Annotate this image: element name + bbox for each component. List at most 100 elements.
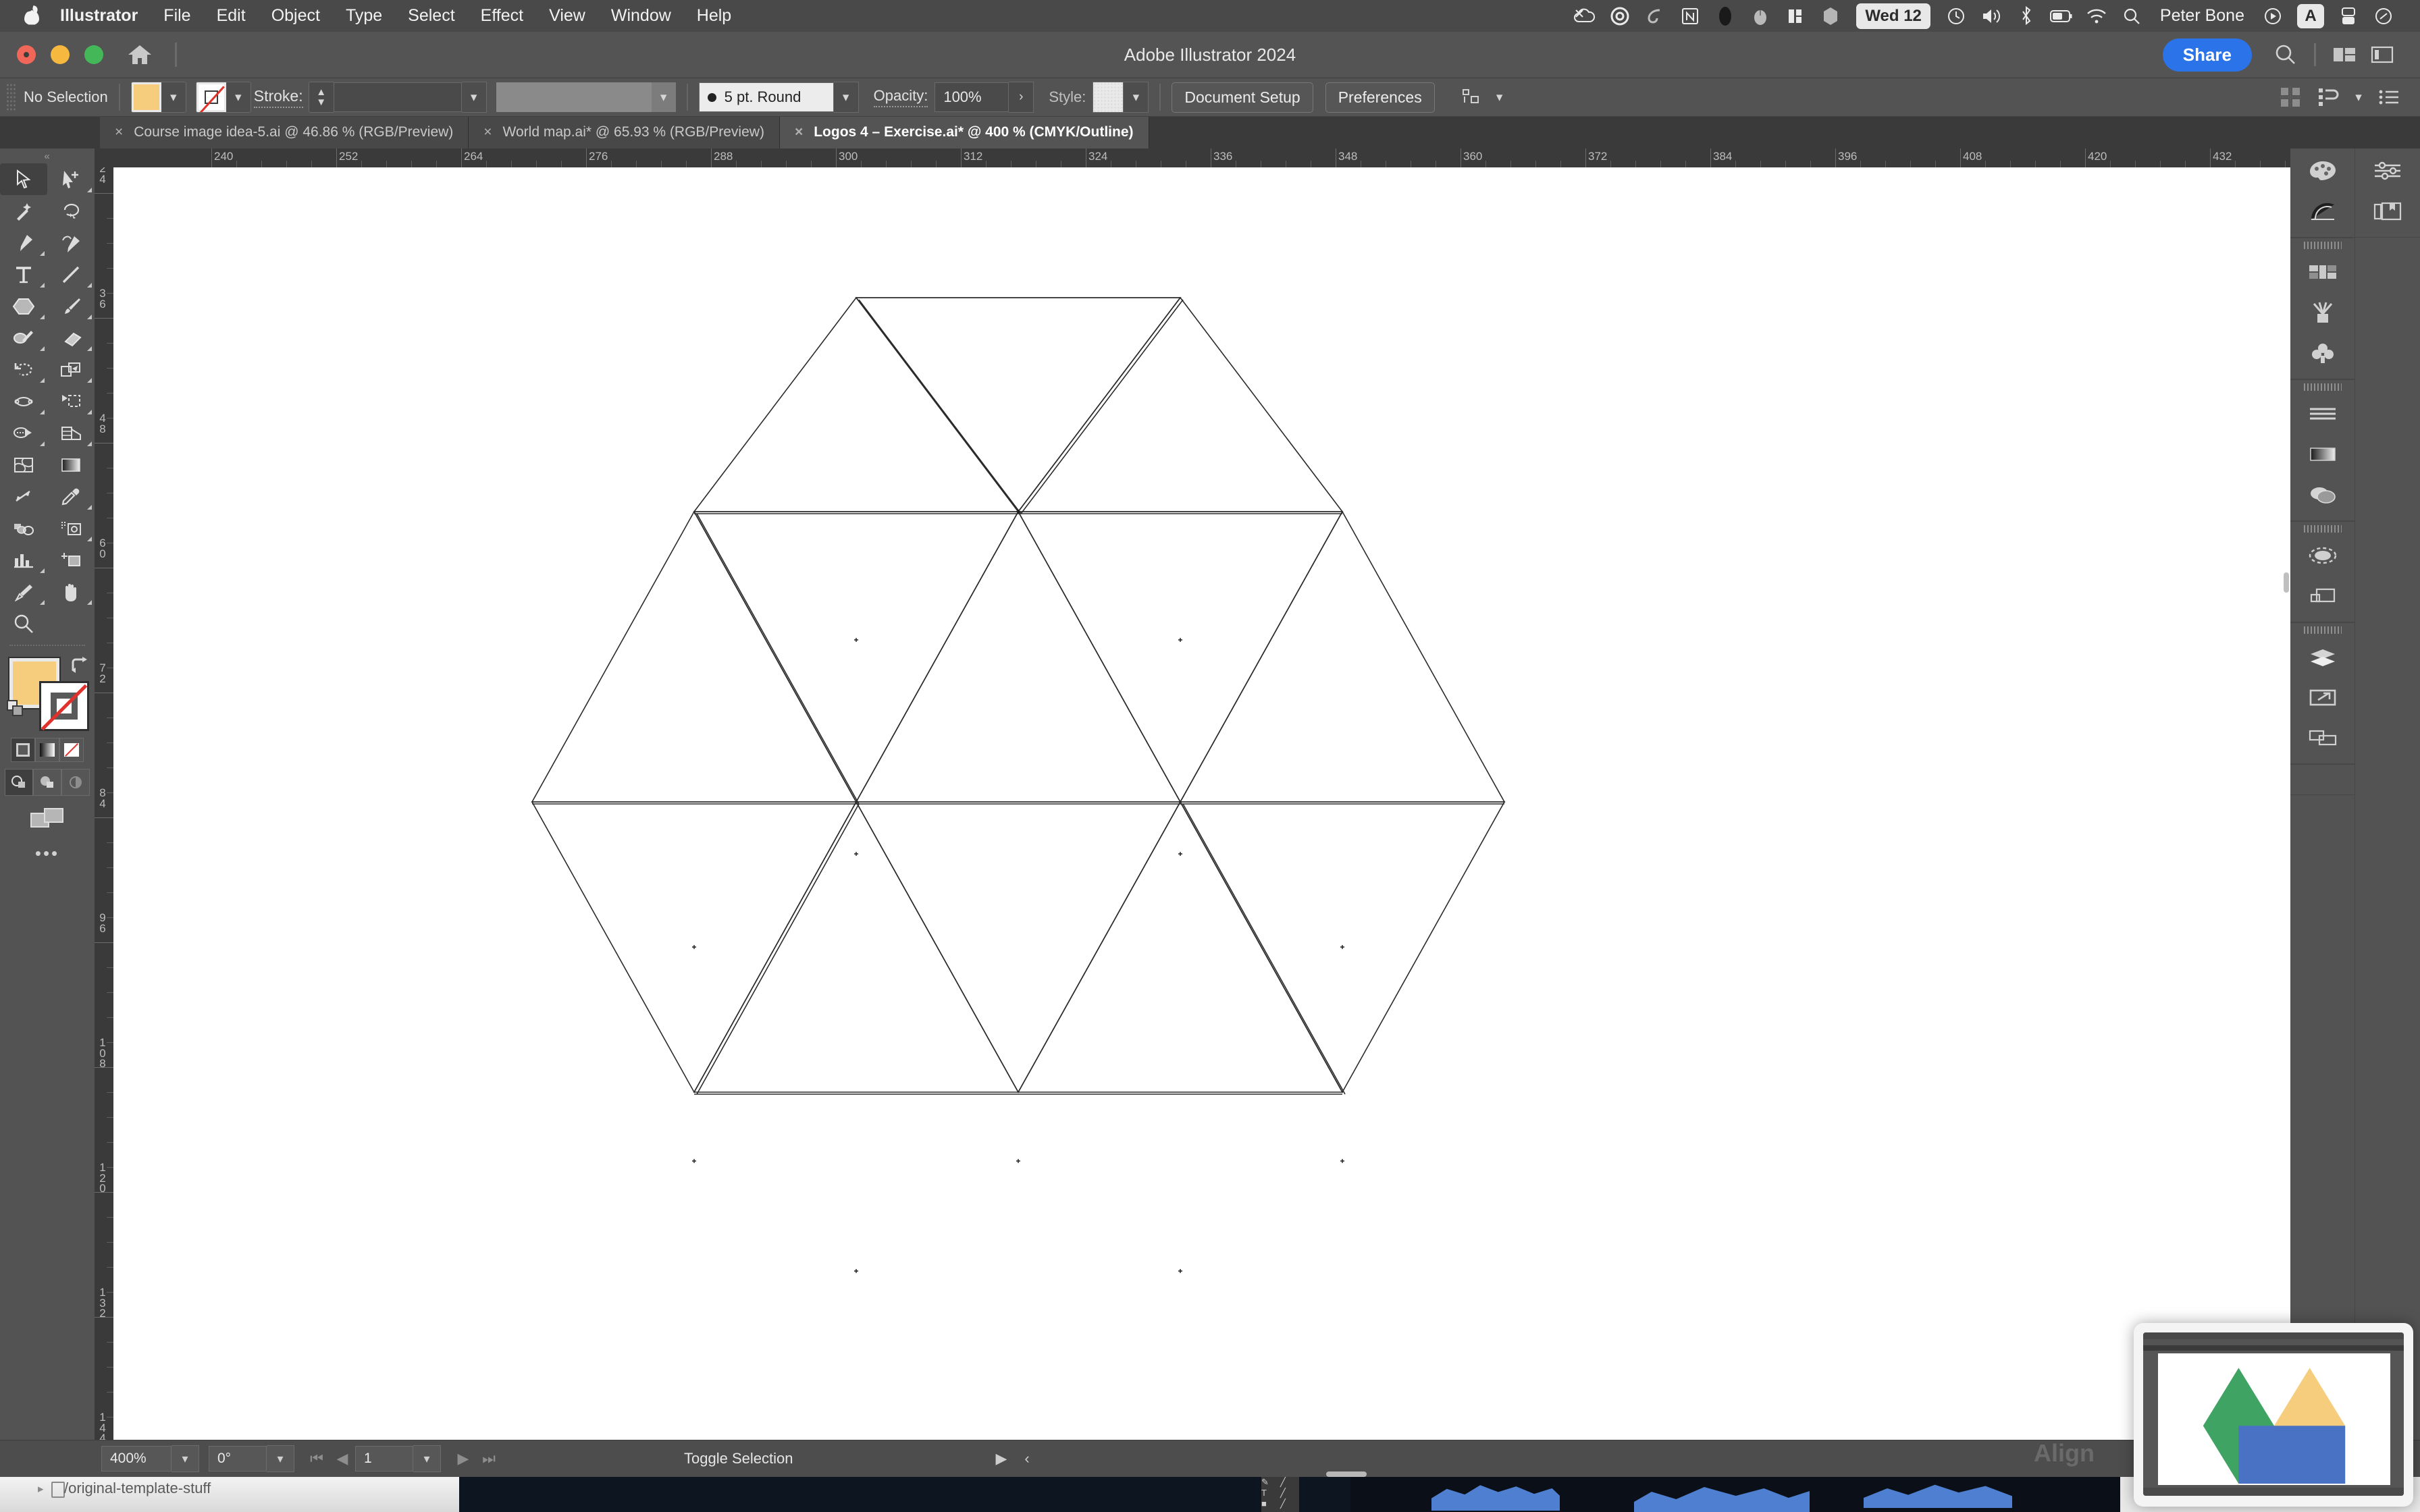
graphic-style-swatch[interactable]: [1093, 82, 1124, 113]
split-view-icon[interactable]: [1778, 0, 1813, 32]
appearance-panel-icon[interactable]: [2290, 535, 2355, 576]
swatches-panel-icon[interactable]: [2290, 252, 2355, 292]
graphic-styles-panel-icon[interactable]: [2290, 576, 2355, 616]
swap-fill-stroke-icon[interactable]: [69, 657, 89, 678]
symbols-panel-icon[interactable]: [2290, 333, 2355, 373]
chevron-right-icon[interactable]: ▸: [38, 1482, 44, 1496]
workspace-switcher-icon[interactable]: [2363, 38, 2401, 71]
mesh-tool[interactable]: [0, 449, 47, 481]
scale-tool[interactable]: [47, 354, 95, 385]
chevron-down-icon[interactable]: ▾: [172, 1445, 199, 1472]
menu-window[interactable]: Window: [598, 0, 684, 32]
notion-icon[interactable]: [1673, 0, 1708, 32]
clock-icon[interactable]: [1939, 0, 1974, 32]
blend-tool[interactable]: [0, 481, 47, 512]
swirl-icon[interactable]: [1637, 0, 1673, 32]
previous-artboard-icon[interactable]: ◀: [330, 1450, 355, 1467]
change-screen-mode-icon[interactable]: [0, 805, 95, 832]
default-fill-stroke-icon[interactable]: [7, 700, 23, 716]
scrollbar-thumb[interactable]: [1325, 1472, 1367, 1477]
color-panel-icon[interactable]: [2290, 151, 2355, 191]
brush-definition-field[interactable]: 5 pt. Round: [698, 82, 834, 112]
last-artboard-icon[interactable]: ⏭: [476, 1450, 502, 1467]
minimize-button[interactable]: [51, 45, 70, 64]
brushes-panel-icon[interactable]: [2290, 292, 2355, 333]
options-menu-icon[interactable]: [2370, 81, 2408, 113]
ruler-corner[interactable]: [95, 148, 113, 167]
draw-behind-button[interactable]: [33, 769, 61, 796]
chevron-down-icon[interactable]: ▾: [1490, 90, 1509, 105]
home-icon[interactable]: [125, 41, 155, 68]
paintbrush-tool[interactable]: [47, 290, 95, 322]
volume-icon[interactable]: [1974, 0, 2009, 32]
pen-tool[interactable]: [0, 227, 47, 259]
next-artboard-icon[interactable]: ▶: [450, 1450, 476, 1467]
tools-collapse-handle[interactable]: «: [0, 148, 95, 163]
lasso-tool[interactable]: [47, 195, 95, 227]
document-tab-3[interactable]: × Logos 4 – Exercise.ai* @ 400 % (CMYK/O…: [779, 116, 1149, 148]
panel-group-grip[interactable]: [2290, 623, 2355, 637]
menubar-username[interactable]: Peter Bone: [2149, 6, 2255, 26]
image-trace-tool[interactable]: [47, 512, 95, 544]
symbol-sprayer-tool[interactable]: [0, 512, 47, 544]
finder-window[interactable]: ▸ /original-template-stuff: [0, 1477, 459, 1512]
artboard-number-field[interactable]: 1: [355, 1446, 413, 1472]
curvature-tool[interactable]: [47, 227, 95, 259]
zoom-button[interactable]: [84, 45, 103, 64]
type-tool[interactable]: [0, 259, 47, 290]
align-icon[interactable]: [2271, 81, 2309, 113]
draw-inside-button[interactable]: [61, 769, 90, 796]
chevron-down-icon[interactable]: ▾: [267, 1445, 294, 1472]
slice-tool[interactable]: [0, 576, 47, 608]
search-icon[interactable]: [2267, 38, 2305, 71]
rotation-field[interactable]: 0°: [209, 1446, 267, 1472]
keyboard-A-icon[interactable]: A: [2297, 3, 2324, 28]
libraries-panel-icon[interactable]: [2355, 191, 2420, 232]
play-circle-icon[interactable]: [2255, 0, 2290, 32]
draw-normal-button[interactable]: [5, 769, 33, 796]
menu-type[interactable]: Type: [333, 0, 395, 32]
color-guide-icon[interactable]: [2290, 191, 2355, 232]
shape-tool[interactable]: [0, 290, 47, 322]
shape-builder-tool[interactable]: [0, 417, 47, 449]
chevron-down-icon[interactable]: ▾: [226, 82, 251, 112]
distribute-icon[interactable]: [2309, 81, 2347, 113]
opacity-field[interactable]: 100%: [935, 82, 1009, 112]
siri-icon[interactable]: [2366, 0, 2401, 32]
menu-effect[interactable]: Effect: [468, 0, 536, 32]
chevron-down-icon[interactable]: ▾: [2347, 90, 2370, 105]
share-button[interactable]: Share: [2162, 38, 2252, 72]
properties-panel-icon[interactable]: [2355, 151, 2420, 191]
asset-export-panel-icon[interactable]: [2290, 718, 2355, 758]
select-similar-icon[interactable]: [1452, 81, 1490, 113]
artboard-tool[interactable]: [47, 544, 95, 576]
artwork-hexagon-triangle-grid[interactable]: [113, 167, 2290, 1469]
menu-object[interactable]: Object: [259, 0, 333, 32]
column-graph-tool[interactable]: [0, 544, 47, 576]
fill-color-swatch[interactable]: [131, 82, 161, 112]
creative-cloud-icon[interactable]: [1567, 0, 1602, 32]
document-setup-button[interactable]: Document Setup: [1172, 82, 1313, 113]
zoom-level-field[interactable]: 400%: [101, 1446, 172, 1472]
wifi-icon[interactable]: [2079, 0, 2114, 32]
close-icon[interactable]: ×: [795, 124, 803, 140]
none-mode-button[interactable]: [59, 738, 84, 762]
layers-panel-icon[interactable]: [2290, 637, 2355, 677]
arrange-documents-icon[interactable]: [2325, 38, 2363, 71]
close-button[interactable]: [17, 45, 36, 64]
document-tab-2[interactable]: × World map.ai* @ 65.93 % (RGB/Preview): [469, 116, 780, 148]
menu-help[interactable]: Help: [684, 0, 744, 32]
stroke-swatch-group[interactable]: ▾: [195, 82, 251, 113]
panel-group-grip[interactable]: [2290, 238, 2355, 252]
battery-icon[interactable]: [2044, 0, 2079, 32]
background-illustrator-window[interactable]: ✎╱T╱■╱●◇: [459, 1477, 1350, 1512]
circle-ring-icon[interactable]: [1602, 0, 1637, 32]
eraser-tool[interactable]: [47, 322, 95, 354]
vertical-ruler[interactable]: 24 36 48 60 72 84 96 108 120 132 144: [95, 167, 113, 1469]
stroke-panel-icon[interactable]: [2290, 394, 2355, 434]
direct-selection-tool[interactable]: [47, 163, 95, 195]
line-segment-tool[interactable]: [47, 259, 95, 290]
rotate-tool[interactable]: [0, 354, 47, 385]
hexagon-icon[interactable]: [1813, 0, 1848, 32]
panel-group-grip[interactable]: [2290, 380, 2355, 394]
